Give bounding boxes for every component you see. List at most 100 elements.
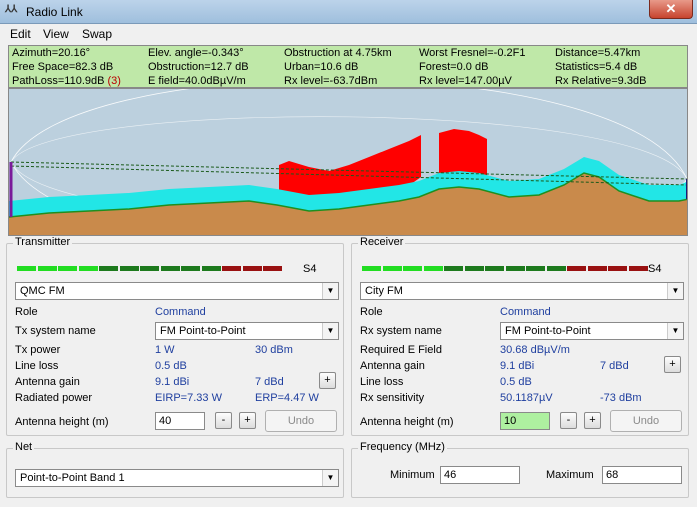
- elevation-angle-value: Elev. angle=-0.343°: [148, 47, 244, 59]
- rx-height-minus-button[interactable]: -: [560, 412, 577, 429]
- rx-height-plus-button[interactable]: +: [584, 412, 601, 429]
- meter-segment: [263, 266, 282, 271]
- rx-system-select[interactable]: FM Point-to-Point ▼: [500, 322, 684, 340]
- meter-segment: [505, 266, 525, 271]
- meter-segment: [567, 266, 586, 271]
- frequency-max-label: Maximum: [546, 469, 594, 481]
- tx-role-value: Command: [155, 306, 206, 318]
- net-value: Point-to-Point Band 1: [20, 472, 125, 484]
- terrain-profile-graphic: [9, 89, 687, 235]
- rx-signal-meter: [362, 266, 648, 274]
- frequency-min-input[interactable]: 46: [440, 466, 520, 484]
- receiver-group: Receiver S4 City FM ▼ Role Command Rx sys…: [351, 236, 689, 436]
- path-loss-value: PathLoss=110.9dB (3): [12, 74, 121, 88]
- meter-segment: [628, 266, 648, 271]
- meter-segment: [423, 266, 443, 271]
- meter-segment: [608, 266, 627, 271]
- meter-segment: [201, 266, 221, 271]
- rx-undo-button[interactable]: Undo: [610, 410, 682, 432]
- transmitter-title: Transmitter: [13, 236, 73, 248]
- net-group: Net Point-to-Point Band 1 ▼: [6, 441, 344, 498]
- meter-segment: [78, 266, 98, 271]
- tx-line-loss-value: 0.5 dB: [155, 360, 187, 372]
- chevron-down-icon[interactable]: ▼: [322, 323, 338, 339]
- rx-station-select[interactable]: City FM ▼: [360, 282, 684, 300]
- rx-role-value: Command: [500, 306, 551, 318]
- forest-loss-value: Forest=0.0 dB: [419, 61, 489, 73]
- meter-segment: [222, 266, 241, 271]
- tx-power-label: Tx power: [15, 344, 61, 356]
- obstruction-distance-value: Obstruction at 4.75km: [284, 47, 392, 59]
- rx-sensitivity-dbm: -73 dBm: [600, 392, 642, 404]
- window-title: Radio Link: [26, 5, 83, 19]
- link-summary-panel: Azimuth=20.16° Elev. angle=-0.343° Obstr…: [8, 45, 688, 88]
- meter-segment: [403, 266, 422, 271]
- tx-height-minus-button[interactable]: -: [215, 412, 232, 429]
- rx-line-loss-value: 0.5 dB: [500, 376, 532, 388]
- tx-meter-label: S4: [303, 263, 317, 275]
- frequency-title: Frequency (MHz): [358, 441, 447, 453]
- frequency-group: Frequency (MHz) Minimum 46 Maximum 68: [351, 441, 689, 498]
- menu-swap[interactable]: Swap: [82, 27, 112, 41]
- chevron-down-icon[interactable]: ▼: [322, 470, 338, 486]
- rx-station-value: City FM: [365, 285, 403, 297]
- meter-segment: [99, 266, 118, 271]
- rx-gain-dbd: 7 dBd: [600, 360, 629, 372]
- rx-level-uv-value: Rx level=147.00µV: [419, 75, 512, 87]
- meter-segment: [119, 266, 139, 271]
- chevron-down-icon[interactable]: ▼: [322, 283, 338, 299]
- menu-bar: Edit View Swap: [0, 24, 697, 44]
- menu-edit[interactable]: Edit: [10, 27, 31, 41]
- meter-segment: [362, 266, 381, 271]
- rx-relative-value: Rx Relative=9.3dB: [555, 75, 647, 87]
- rx-height-input[interactable]: 10: [500, 412, 550, 430]
- tx-height-label: Antenna height (m): [15, 416, 109, 428]
- rx-meter-label: S4: [648, 263, 662, 275]
- meter-segment: [546, 266, 566, 271]
- tx-line-loss-label: Line loss: [15, 360, 59, 372]
- tx-system-value: FM Point-to-Point: [160, 325, 246, 337]
- meter-segment: [242, 266, 262, 271]
- tx-gain-dbd: 7 dBd: [255, 376, 284, 388]
- meter-segment: [382, 266, 402, 271]
- rx-role-label: Role: [360, 306, 383, 318]
- frequency-min-label: Minimum: [390, 469, 435, 481]
- transmitter-group: Transmitter S4 QMC FM ▼ Role Command Tx s…: [6, 236, 344, 436]
- propagation-mode: (3): [107, 75, 121, 87]
- tx-height-plus-button[interactable]: +: [239, 412, 256, 429]
- distance-value: Distance=5.47km: [555, 47, 641, 59]
- tx-erp-value: ERP=4.47 W: [255, 392, 319, 404]
- rx-gain-plus-button[interactable]: +: [664, 356, 681, 373]
- chevron-down-icon[interactable]: ▼: [667, 323, 683, 339]
- tx-station-value: QMC FM: [20, 285, 65, 297]
- frequency-max-input[interactable]: 68: [602, 466, 682, 484]
- menu-view[interactable]: View: [43, 27, 69, 41]
- e-field-value: E field=40.0dBµV/m: [148, 75, 246, 87]
- azimuth-value: Azimuth=20.16°: [12, 47, 91, 59]
- tx-system-select[interactable]: FM Point-to-Point ▼: [155, 322, 339, 340]
- tx-gain-plus-button[interactable]: +: [319, 372, 336, 389]
- chevron-down-icon[interactable]: ▼: [667, 283, 683, 299]
- meter-segment: [485, 266, 504, 271]
- terrain-profile-view[interactable]: [8, 88, 688, 236]
- meter-segment: [37, 266, 57, 271]
- net-title: Net: [13, 441, 35, 453]
- tx-undo-button[interactable]: Undo: [265, 410, 337, 432]
- tx-station-select[interactable]: QMC FM ▼: [15, 282, 339, 300]
- rx-gain-dbi: 9.1 dBi: [500, 360, 535, 372]
- rx-line-loss-label: Line loss: [360, 376, 404, 388]
- tx-signal-meter: [17, 266, 297, 274]
- obstruction-loss-value: Obstruction=12.7 dB: [148, 61, 249, 73]
- title-bar: ⅄⅄ Radio Link ✕: [0, 0, 697, 24]
- statistics-value: Statistics=5.4 dB: [555, 61, 638, 73]
- rx-system-value: FM Point-to-Point: [505, 325, 591, 337]
- rx-efield-value: 30.68 dBµV/m: [500, 344, 570, 356]
- close-button[interactable]: ✕: [649, 0, 693, 19]
- net-select[interactable]: Point-to-Point Band 1 ▼: [15, 469, 339, 487]
- worst-fresnel-value: Worst Fresnel=-0.2F1: [419, 47, 526, 59]
- tx-eirp-value: EIRP=7.33 W: [155, 392, 222, 404]
- tx-power-w: 1 W: [155, 344, 175, 356]
- meter-segment: [587, 266, 607, 271]
- tx-height-input[interactable]: 40: [155, 412, 205, 430]
- meter-segment: [58, 266, 77, 271]
